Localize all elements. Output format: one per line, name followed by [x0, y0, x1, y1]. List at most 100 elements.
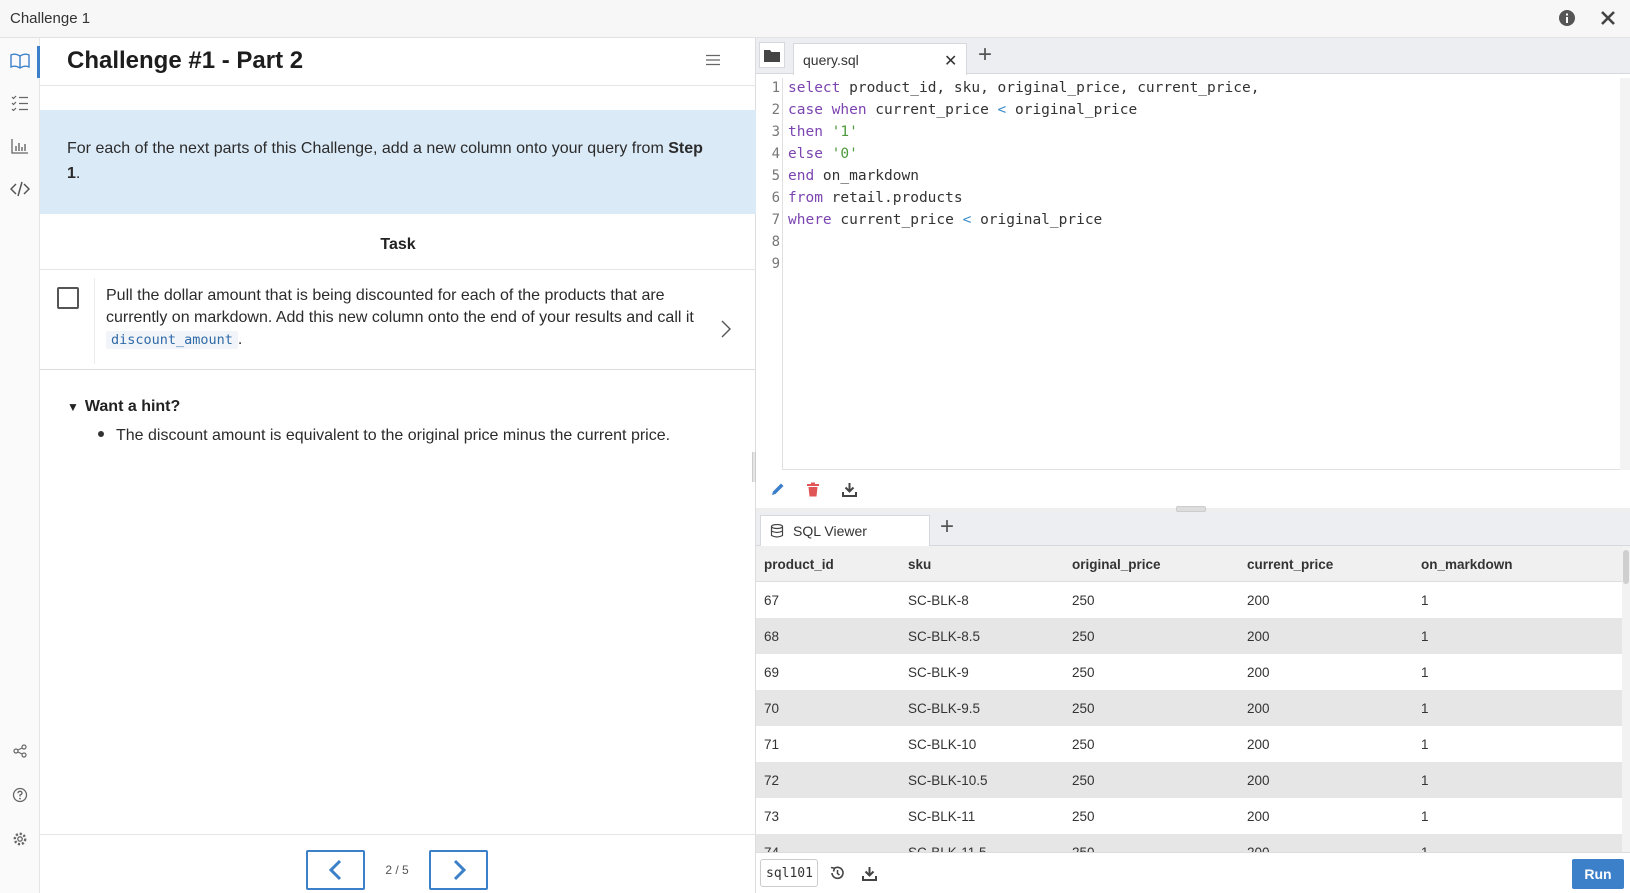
scroll-thumb[interactable] [1623, 550, 1629, 584]
code-token: current_price [866, 102, 998, 118]
close-icon[interactable] [1598, 8, 1618, 28]
share-icon[interactable] [7, 738, 33, 764]
code-token: on_markdown [814, 168, 919, 184]
tab-sql-viewer[interactable]: SQL Viewer [760, 515, 930, 547]
settings-icon[interactable] [7, 826, 33, 852]
line-gutter: 1 2 3 4 5 6 7 8 9 [756, 78, 783, 470]
book-icon[interactable] [7, 48, 33, 74]
info-icon[interactable] [1558, 9, 1576, 27]
hint-toggle[interactable]: ▼ Want a hint? [67, 398, 180, 416]
table-row[interactable]: 68 SC-BLK-8.5 250 200 1 [756, 618, 1622, 654]
add-tab-icon[interactable]: + [940, 513, 954, 541]
table-cell: SC-BLK-9.5 [908, 701, 981, 716]
table-cell: 250 [1072, 593, 1095, 608]
caret-down-icon: ▼ [67, 400, 79, 414]
table-cell: 71 [764, 737, 780, 752]
task-code: discount_amount [106, 331, 238, 349]
table-cell: SC-BLK-10.5 [908, 773, 988, 788]
column-header[interactable]: on_markdown [1421, 557, 1513, 572]
code-token: from [788, 190, 823, 206]
window-titlebar: Challenge 1 [0, 0, 1630, 38]
table-cell: 1 [1421, 737, 1429, 752]
table-row[interactable]: 73 SC-BLK-11 250 200 1 [756, 798, 1622, 834]
download-results-icon[interactable] [860, 864, 878, 882]
code-token: retail.products [822, 190, 963, 206]
results-scrollbar[interactable] [1622, 546, 1630, 852]
viewer-footer: sql101 Run [756, 852, 1630, 893]
help-icon[interactable] [7, 782, 33, 808]
next-page-button[interactable] [429, 850, 488, 890]
table-cell: 250 [1072, 629, 1095, 644]
code-line[interactable]: end on_markdown [788, 168, 919, 184]
code-area[interactable]: 1 2 3 4 5 6 7 8 9 select product_id, sku… [756, 78, 1630, 470]
lesson-header: Challenge #1 - Part 2 [40, 38, 756, 86]
table-cell: 250 [1072, 701, 1095, 716]
task-text: Pull the dollar amount that is being dis… [106, 287, 694, 326]
column-header[interactable]: sku [908, 557, 931, 572]
table-cell: 1 [1421, 773, 1429, 788]
history-icon[interactable] [828, 864, 846, 882]
task-item[interactable]: Pull the dollar amount that is being dis… [40, 269, 756, 370]
folder-icon[interactable] [759, 42, 785, 68]
pencil-icon[interactable] [768, 480, 786, 498]
line-number: 7 [771, 212, 780, 228]
code-line[interactable]: case when current_price < original_price [788, 102, 1137, 118]
code-line[interactable]: where current_price < original_price [788, 212, 1102, 228]
table-cell: 200 [1247, 809, 1270, 824]
table-row[interactable]: 69 SC-BLK-9 250 200 1 [756, 654, 1622, 690]
chart-icon[interactable] [7, 133, 33, 159]
table-cell: 73 [764, 809, 780, 824]
table-cell: 250 [1072, 737, 1095, 752]
table-row[interactable]: 70 SC-BLK-9.5 250 200 1 [756, 690, 1622, 726]
table-row[interactable]: 74 SC-BLK-11.5 250 200 1 [756, 834, 1622, 852]
table-cell: 200 [1247, 629, 1270, 644]
code-token: case [788, 102, 823, 118]
prev-page-button[interactable] [306, 850, 365, 890]
column-header[interactable]: current_price [1247, 557, 1333, 572]
page-count: 2 / 5 [385, 863, 409, 877]
table-cell: 250 [1072, 665, 1095, 680]
table-cell: 200 [1247, 845, 1270, 852]
close-tab-icon[interactable]: ✕ [944, 51, 957, 71]
task-divider [94, 278, 95, 364]
code-line[interactable]: then '1' [788, 124, 858, 140]
database-selector[interactable]: sql101 [760, 859, 818, 887]
table-cell: 72 [764, 773, 780, 788]
menu-icon[interactable] [705, 52, 721, 68]
hint-item-text: The discount amount is equivalent to the… [116, 427, 671, 444]
trash-icon[interactable] [804, 480, 822, 498]
task-description: Pull the dollar amount that is being dis… [106, 285, 706, 351]
code-token: current_price [831, 212, 963, 228]
lesson-panel: Challenge #1 - Part 2 For each of the ne… [40, 38, 756, 893]
column-header[interactable]: product_id [764, 557, 834, 572]
download-icon[interactable] [840, 480, 858, 498]
task-checkbox[interactable] [57, 287, 79, 309]
run-button[interactable]: Run [1572, 859, 1624, 889]
left-rail [0, 38, 40, 893]
table-cell: 1 [1421, 845, 1429, 852]
code-token: original_price [1006, 102, 1138, 118]
add-tab-icon[interactable]: + [978, 41, 992, 69]
table-cell: 1 [1421, 629, 1429, 644]
hint-title-text: Want a hint? [84, 398, 181, 415]
chevron-right-icon [453, 859, 466, 881]
column-header[interactable]: original_price [1072, 557, 1161, 572]
code-line[interactable]: else '0' [788, 146, 858, 162]
code-icon[interactable] [7, 176, 33, 202]
checklist-icon[interactable] [7, 90, 33, 116]
code-line[interactable]: from retail.products [788, 190, 963, 206]
table-row[interactable]: 67 SC-BLK-8 250 200 1 [756, 582, 1622, 618]
table-row[interactable]: 71 SC-BLK-10 250 200 1 [756, 726, 1622, 762]
table-cell: SC-BLK-9 [908, 665, 969, 680]
table-cell: 74 [764, 845, 779, 852]
tab-label: SQL Viewer [793, 523, 867, 539]
table-row[interactable]: 72 SC-BLK-10.5 250 200 1 [756, 762, 1622, 798]
tab-query-sql[interactable]: query.sql ✕ [793, 43, 967, 75]
database-icon [770, 524, 784, 538]
window-title: Challenge 1 [10, 10, 91, 27]
code-line[interactable]: select product_id, sku, original_price, … [788, 80, 1259, 96]
editor-scrollbar[interactable] [1620, 78, 1630, 470]
chevron-right-icon[interactable] [720, 320, 732, 338]
tab-label: query.sql [803, 52, 859, 68]
table-cell: 200 [1247, 593, 1270, 608]
